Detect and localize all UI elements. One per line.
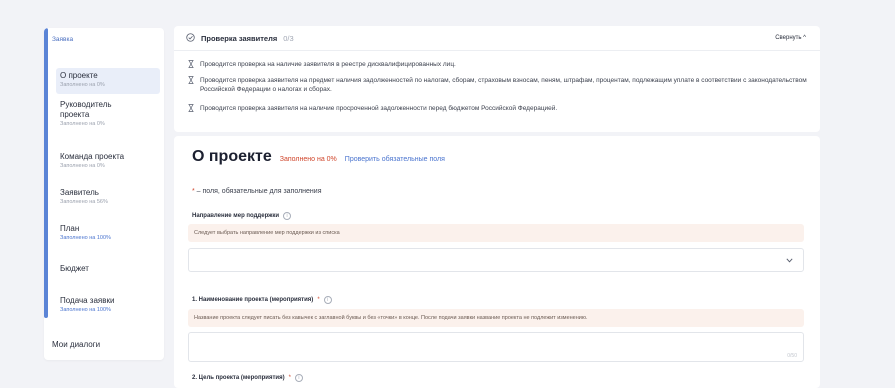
sidebar-item-status: Заполнено на 0% xyxy=(60,121,105,127)
info-icon[interactable]: i xyxy=(294,374,303,382)
project-name-label: 1. Наименование проекта (мероприятия) * i xyxy=(192,296,332,304)
direction-select[interactable] xyxy=(188,248,804,272)
direction-label: Направление мер поддержки i xyxy=(192,212,292,220)
sidebar-item-project-head[interactable]: Руководитель проекта Заполнено на 0% xyxy=(56,100,160,128)
chevron-down-icon xyxy=(786,258,793,265)
check-header: Проверка заявителя 0/3 xyxy=(186,33,294,44)
sidebar-item-plan[interactable]: План Заполнено на 100% xyxy=(56,224,160,242)
sidebar-item-applicant[interactable]: Заявитель Заполнено на 56% xyxy=(56,188,160,206)
project-name-input[interactable]: 0/50 xyxy=(188,332,804,362)
sidebar-item-label: Бюджет xyxy=(60,264,89,273)
sidebar-item-status: Заполнено на 100% xyxy=(60,235,111,241)
project-goal-label-text: 2. Цель проекта (мероприятия) xyxy=(192,375,285,381)
hourglass-icon xyxy=(188,76,194,94)
hourglass-icon xyxy=(188,104,194,115)
project-name-hint: Название проекта следует писать без кавы… xyxy=(188,309,804,327)
required-star: * xyxy=(317,297,320,303)
sidebar: Заявка О проекте Заполнено на 0% Руковод… xyxy=(44,28,164,360)
check-item: Проводится проверка заявителя на предмет… xyxy=(188,76,808,94)
direction-hint: Следует выбрать направление мер поддержк… xyxy=(188,224,804,242)
sidebar-item-status: Заполнено на 0% xyxy=(60,82,105,88)
sidebar-item-team[interactable]: Команда проекта Заполнено на 0% xyxy=(56,152,160,170)
sidebar-item-status: Заполнено на 56% xyxy=(60,199,108,205)
project-form: О проекте Заполнено на 0% Проверить обяз… xyxy=(174,136,820,388)
char-counter: 0/50 xyxy=(787,353,797,359)
sidebar-rail xyxy=(44,28,48,318)
required-note-text: – поля, обязательные для заполнения xyxy=(194,188,322,195)
check-required-link[interactable]: Проверить обязательные поля xyxy=(345,156,445,163)
hourglass-icon xyxy=(188,60,194,71)
required-note: * – поля, обязательные для заполнения xyxy=(192,188,322,195)
applicant-check-panel: Проверка заявителя 0/3 Свернуть ^ Провод… xyxy=(174,26,820,132)
info-icon[interactable]: i xyxy=(323,296,332,304)
sidebar-item-budget[interactable]: Бюджет xyxy=(56,264,160,274)
form-header: О проекте Заполнено на 0% Проверить обяз… xyxy=(192,148,445,166)
sidebar-item-label: План xyxy=(60,224,80,233)
check-circle-icon xyxy=(186,33,195,44)
sidebar-item-label: Руководитель проекта xyxy=(60,100,112,119)
sidebar-item-my-dialogs[interactable]: Мои диалоги xyxy=(52,340,100,349)
check-item-text: Проводится проверка заявителя на предмет… xyxy=(200,77,807,93)
info-icon[interactable]: i xyxy=(283,212,292,220)
sidebar-item-label: О проекте xyxy=(60,71,98,80)
direction-label-text: Направление мер поддержки xyxy=(192,213,280,219)
check-item: Проводится проверка заявителя на наличие… xyxy=(188,104,808,115)
check-item-text: Проводится проверка на наличие заявителя… xyxy=(200,61,456,68)
check-item-text: Проводится проверка заявителя на наличие… xyxy=(200,105,558,112)
sidebar-item-about[interactable]: О проекте Заполнено на 0% xyxy=(56,68,160,94)
check-count: 0/3 xyxy=(283,34,294,43)
sidebar-item-label: Подача заявки xyxy=(60,296,115,305)
required-star: * xyxy=(288,375,291,381)
check-item: Проводится проверка на наличие заявителя… xyxy=(188,60,808,71)
check-title: Проверка заявителя xyxy=(201,34,278,43)
sidebar-item-label: Заявитель xyxy=(60,188,99,197)
divider xyxy=(174,50,820,51)
sidebar-item-status: Заполнено на 100% xyxy=(60,307,111,313)
sidebar-item-status: Заполнено на 0% xyxy=(60,163,105,169)
project-name-label-text: 1. Наименование проекта (мероприятия) xyxy=(192,297,314,303)
collapse-button[interactable]: Свернуть ^ xyxy=(775,35,806,41)
project-goal-label: 2. Цель проекта (мероприятия) * i xyxy=(192,374,303,382)
sidebar-group-application[interactable]: Заявка xyxy=(52,36,73,43)
sidebar-item-label: Команда проекта xyxy=(60,152,125,161)
sidebar-item-submit[interactable]: Подача заявки Заполнено на 100% xyxy=(56,296,160,314)
page-title: О проекте xyxy=(192,148,272,165)
fill-status: Заполнено на 0% xyxy=(279,156,337,163)
